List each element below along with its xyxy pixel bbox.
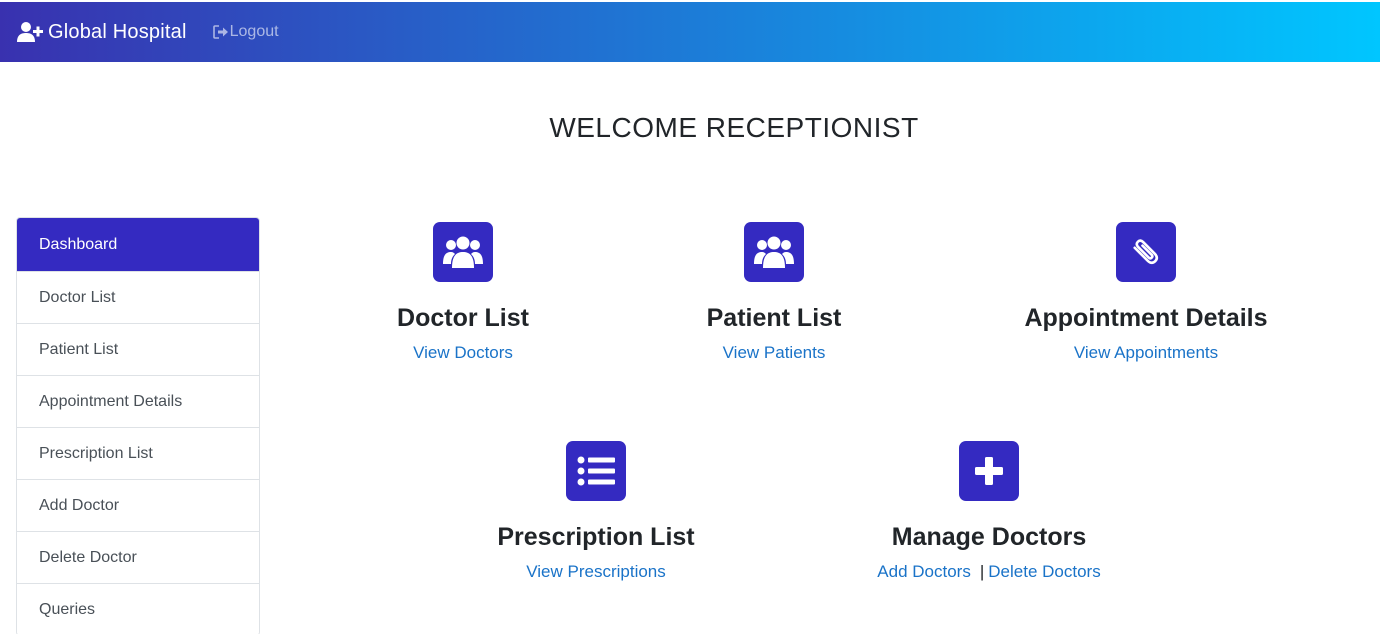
manage-doctors-icon-box xyxy=(959,441,1019,501)
view-appointments-link[interactable]: View Appointments xyxy=(1074,343,1218,362)
logout-link[interactable]: Logout xyxy=(212,23,279,41)
appointment-details-icon-box xyxy=(1116,222,1176,282)
link-separator: | xyxy=(979,562,985,581)
patient-list-card: Patient List View Patients xyxy=(674,222,874,363)
appointment-details-card: Appointment Details View Appointments xyxy=(1016,222,1276,363)
sign-out-icon xyxy=(212,25,228,39)
manage-doctors-title: Manage Doctors xyxy=(891,523,1087,551)
list-icon xyxy=(577,456,615,486)
user-plus-icon xyxy=(17,22,43,42)
sidebar-menu: Dashboard Doctor List Patient List Appoi… xyxy=(16,217,260,634)
prescription-list-icon-box xyxy=(566,441,626,501)
sidebar-item-appointment-details[interactable]: Appointment Details xyxy=(17,375,259,427)
prescription-list-title: Prescription List xyxy=(497,523,695,551)
paperclip-icon xyxy=(1133,239,1159,265)
users-icon xyxy=(443,236,483,268)
view-doctors-link[interactable]: View Doctors xyxy=(413,343,513,362)
add-doctors-link[interactable]: Add Doctors xyxy=(877,562,971,581)
prescription-list-card: Prescription List View Prescriptions xyxy=(486,441,706,582)
sidebar-item-dashboard[interactable]: Dashboard xyxy=(17,218,259,271)
patient-list-title: Patient List xyxy=(706,304,842,332)
view-patients-link[interactable]: View Patients xyxy=(723,343,826,362)
welcome-heading: WELCOME RECEPTIONIST xyxy=(549,112,919,143)
view-prescriptions-link[interactable]: View Prescriptions xyxy=(526,562,666,581)
patient-list-icon-box xyxy=(744,222,804,282)
sidebar-item-queries[interactable]: Queries xyxy=(17,583,259,634)
users-icon xyxy=(754,236,794,268)
manage-doctors-card: Manage Doctors Add Doctors | Delete Doctor… xyxy=(859,441,1119,582)
doctor-list-icon-box xyxy=(433,222,493,282)
sidebar-item-prescription-list[interactable]: Prescription List xyxy=(17,427,259,479)
brand[interactable]: Global Hospital xyxy=(17,21,187,44)
doctor-list-card: Doctor List View Doctors xyxy=(363,222,563,363)
sidebar-item-delete-doctor[interactable]: Delete Doctor xyxy=(17,531,259,583)
sidebar-item-add-doctor[interactable]: Add Doctor xyxy=(17,479,259,531)
brand-name: Global Hospital xyxy=(48,20,187,43)
logout-label: Logout xyxy=(229,23,279,40)
plus-icon xyxy=(975,457,1003,485)
sidebar-item-patient-list[interactable]: Patient List xyxy=(17,323,259,375)
appointment-details-title: Appointment Details xyxy=(1024,304,1268,332)
top-navbar: Global Hospital Logout xyxy=(0,2,1380,62)
doctor-list-title: Doctor List xyxy=(397,304,529,332)
sidebar-item-doctor-list[interactable]: Doctor List xyxy=(17,271,259,323)
delete-doctors-link[interactable]: Delete Doctors xyxy=(988,562,1100,581)
